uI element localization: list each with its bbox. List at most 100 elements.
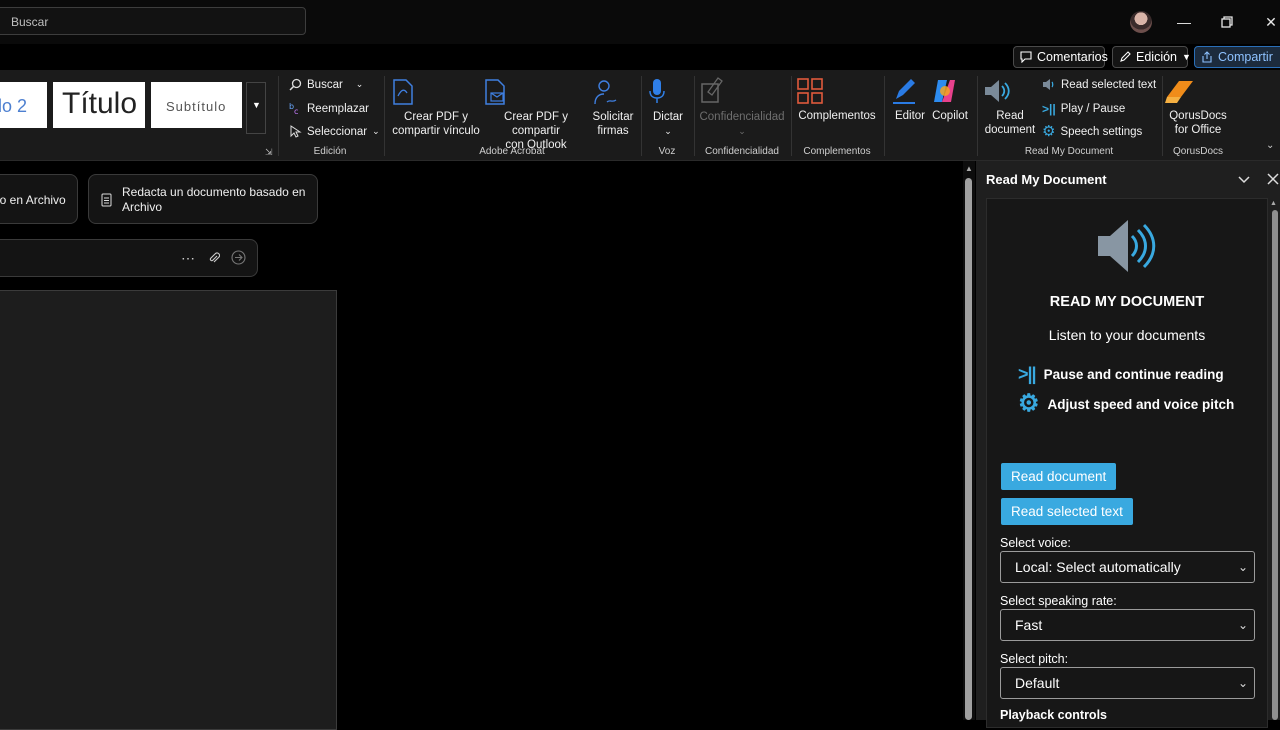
style-subtitle[interactable]: Subtítulo [151, 82, 242, 128]
create-pdf-outlook-button[interactable]: Crear PDF y compartir con Outlook [482, 78, 590, 152]
close-icon[interactable]: ✕ [1259, 10, 1280, 34]
signature-icon [590, 78, 636, 106]
copilot-label: Copilot [932, 110, 968, 122]
read-document-button[interactable]: Read document [1001, 463, 1117, 490]
find-label: Buscar [307, 78, 343, 91]
copilot-prompt-box[interactable]: ⋯ [0, 239, 258, 277]
search-placeholder: Buscar [11, 15, 49, 29]
voice-select[interactable]: Local: Select automatically ⌄ [1000, 551, 1255, 583]
rmd-group-label: Read My Document [1024, 146, 1114, 157]
editing-mode-button[interactable]: Edición ▼ [1112, 46, 1191, 68]
pane-heading: READ MY DOCUMENT [1049, 294, 1205, 310]
copilot-button[interactable]: Copilot [930, 77, 970, 123]
sensitivity-button[interactable]: Confidencialidad ⌄ [698, 76, 786, 138]
pane-close-icon[interactable] [1266, 172, 1280, 186]
separator [641, 76, 642, 156]
select-button[interactable]: Seleccionar ⌄ [289, 125, 380, 138]
speaking-rate-select[interactable]: Fast ⌄ [1000, 609, 1255, 641]
add-ins-button[interactable]: Complementos [796, 77, 878, 123]
pitch-select[interactable]: Default ⌄ [1000, 667, 1255, 699]
confidencialidad-group-label: Confidencialidad [705, 146, 779, 157]
feature-speed-pitch: ⚙ Adjust speed and voice pitch [1018, 390, 1235, 417]
avatar[interactable] [1130, 11, 1152, 33]
play-pause-label: Play / Pause [1060, 103, 1126, 115]
chevron-down-icon: ⌄ [372, 126, 380, 136]
gear-icon: ⚙ [1018, 390, 1040, 417]
editor-button[interactable]: Editor [890, 77, 930, 123]
read-selected-text-button[interactable]: Read selected text [1001, 498, 1133, 525]
comment-icon [1020, 51, 1032, 63]
copilot-suggestion-chip[interactable]: lo en Archivo [0, 174, 78, 224]
speech-settings-label: Speech settings [1060, 125, 1143, 138]
read-document-ribbon-button[interactable]: Read document [983, 77, 1037, 137]
voice-value: Local: Select automatically [1015, 559, 1181, 575]
more-options-icon[interactable]: ⋯ [181, 250, 196, 267]
copilot-suggestion-chip[interactable]: Redacta un documento basado en Archivo [88, 174, 318, 224]
copilot-icon [930, 77, 970, 105]
request-signatures-line2: firmas [597, 125, 629, 137]
play-pause-icon: >|| [1018, 364, 1037, 384]
read-document-line1: Read [996, 110, 1024, 122]
replace-icon: bc [289, 102, 302, 115]
select-label: Seleccionar [307, 125, 368, 138]
attach-icon[interactable] [208, 251, 220, 265]
speaker-icon [1042, 78, 1056, 91]
editor-label: Editor [894, 110, 926, 122]
document-page[interactable] [0, 290, 337, 730]
send-icon[interactable] [231, 250, 246, 265]
pane-options-chevron-icon[interactable] [1237, 172, 1251, 186]
separator [278, 76, 279, 156]
speech-settings-ribbon-button[interactable]: ⚙ Speech settings [1042, 123, 1143, 140]
minimize-icon[interactable]: — [1172, 10, 1196, 34]
request-signatures-line1: Solicitar [592, 111, 634, 123]
create-pdf-share-link-line2: compartir vínculo [392, 125, 480, 137]
svg-text:c: c [294, 107, 298, 115]
read-selected-ribbon-button[interactable]: Read selected text [1042, 78, 1156, 91]
feature1-label: Pause and continue reading [1043, 367, 1224, 382]
search-input[interactable]: Buscar [0, 7, 306, 35]
styles-dialog-launcher-icon[interactable]: ⇲ [265, 147, 273, 158]
share-button[interactable]: Compartir [1194, 46, 1280, 68]
play-pause-icon: >|| [1042, 102, 1056, 116]
restore-icon[interactable] [1215, 10, 1239, 34]
play-pause-ribbon-button[interactable]: >|| Play / Pause [1042, 102, 1125, 116]
qorusdocs-line2: for Office [1174, 124, 1222, 136]
style-heading2[interactable]: lo 2 [0, 82, 47, 128]
document-icon [101, 193, 112, 207]
ribbon-collapse-chevron-icon[interactable]: ⌄ [1266, 140, 1274, 151]
scroll-up-arrow-icon[interactable]: ▲ [965, 164, 973, 173]
microphone-icon [647, 78, 689, 106]
cursor-icon [289, 125, 302, 138]
qorusdocs-icon [1165, 77, 1231, 105]
pane-scroll-up-arrow-icon[interactable]: ▲ [1270, 200, 1277, 207]
comments-button[interactable]: Comentarios [1013, 46, 1108, 68]
chip-label: lo en Archivo [0, 193, 66, 207]
add-ins-label: Complementos [798, 110, 876, 122]
dictate-button[interactable]: Dictar ⌄ [647, 78, 689, 138]
voz-group-label: Voz [658, 146, 676, 157]
pane-title: Read My Document [986, 172, 1107, 187]
pane-subheading: Listen to your documents [1048, 327, 1206, 343]
request-signatures-button[interactable]: Solicitar firmas [590, 78, 636, 138]
edicion-group-label: Edición [313, 146, 347, 157]
style-title[interactable]: Título [53, 82, 145, 128]
chevron-down-icon: ⌄ [1237, 618, 1248, 632]
styles-gallery-expand-button[interactable]: ▼ [246, 82, 266, 134]
feature2-label: Adjust speed and voice pitch [1047, 396, 1235, 412]
chip-label-line2: Archivo [122, 200, 163, 214]
style-subtitle-label: Subtítulo [166, 99, 227, 114]
gear-icon: ⚙ [1042, 123, 1056, 140]
qorusdocs-button[interactable]: QorusDocs for Office [1165, 77, 1231, 137]
document-scrollbar-thumb[interactable] [965, 178, 972, 720]
speaker-logo-icon [1096, 216, 1160, 276]
qorusdocs-line1: QorusDocs [1169, 110, 1227, 122]
complementos-group-label: Complementos [803, 146, 871, 157]
pane-scrollbar-thumb[interactable] [1272, 210, 1278, 720]
replace-button[interactable]: bc Reemplazar [289, 102, 369, 115]
share-icon [1201, 51, 1213, 63]
pencil-icon [1119, 51, 1131, 63]
find-button[interactable]: Buscar ⌄ [289, 78, 363, 91]
chevron-down-icon: ▼ [1182, 52, 1191, 62]
acrobat-group-label: Adobe Acrobat [479, 146, 545, 157]
create-pdf-share-link-button[interactable]: Crear PDF y compartir vínculo [390, 78, 482, 138]
